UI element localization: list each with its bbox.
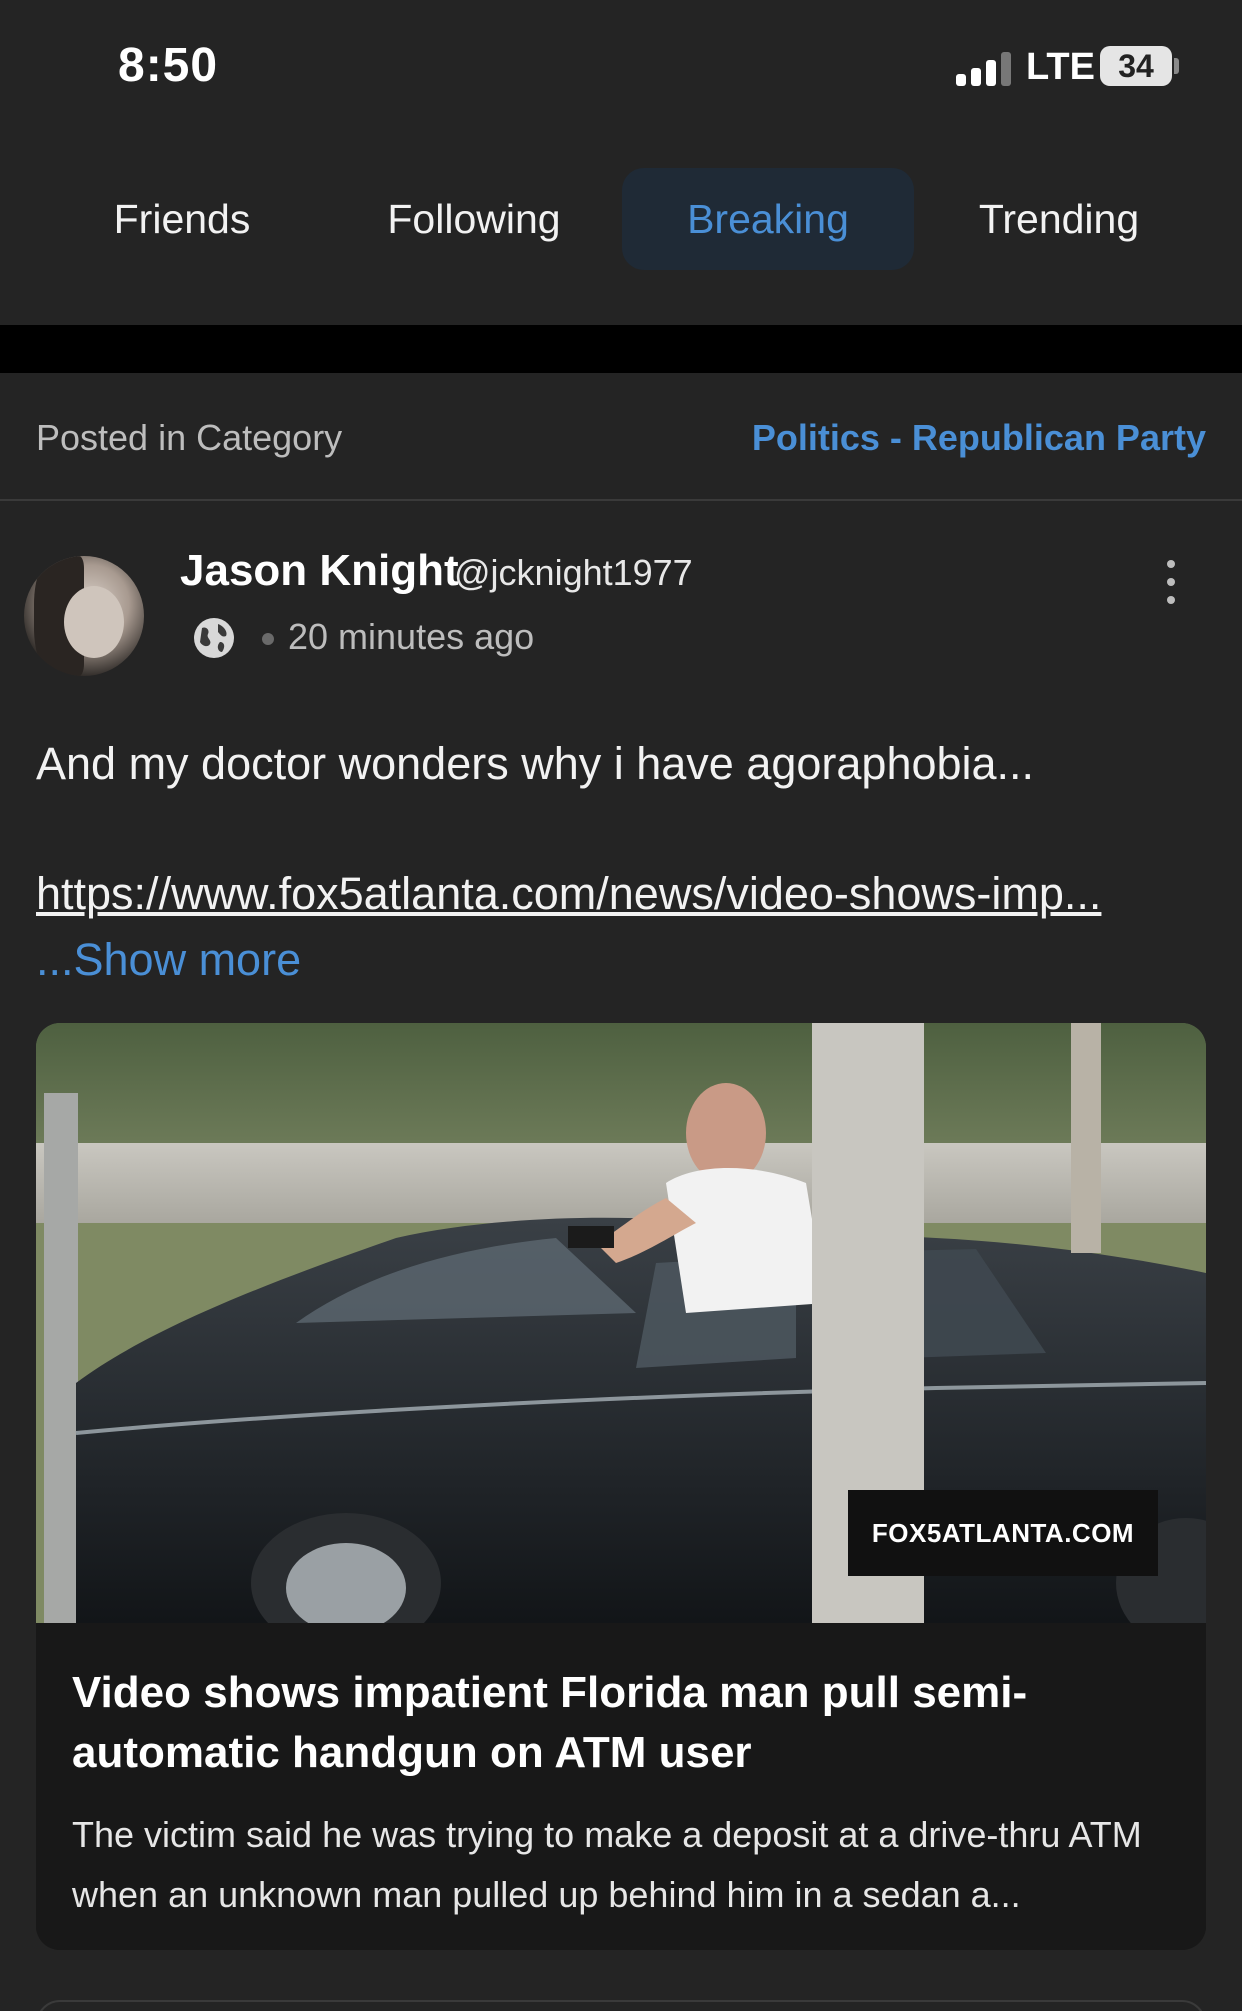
more-options-icon[interactable]: [1154, 558, 1188, 608]
author-handle[interactable]: @jcknight1977: [454, 552, 693, 594]
tab-trending[interactable]: Trending: [950, 168, 1168, 270]
tab-following[interactable]: Following: [362, 168, 586, 270]
tab-friends[interactable]: Friends: [78, 168, 286, 270]
card-caption: Video shows impatient Florida man pull s…: [36, 1623, 1206, 1950]
feed-tabs: Friends Following Breaking Trending: [0, 140, 1242, 325]
status-time: 8:50: [118, 39, 219, 92]
author-name[interactable]: Jason Knight: [180, 546, 459, 596]
next-post-edge: [36, 2000, 1206, 2011]
signal-icon: [956, 52, 1014, 86]
post-time: 20 minutes ago: [288, 616, 535, 657]
status-bar: 8:50 LTE 34: [0, 0, 1242, 140]
globe-icon: [194, 618, 234, 658]
network-type: LTE: [1026, 46, 1095, 88]
article-description: The victim said he was trying to make a …: [72, 1814, 1142, 1915]
battery-tip: [1174, 58, 1179, 74]
category-link[interactable]: Politics - Republican Party: [752, 417, 1206, 459]
battery-icon: 34: [1100, 46, 1172, 86]
article-title[interactable]: Video shows impatient Florida man pull s…: [72, 1663, 1162, 1783]
category-label: Posted in Category: [36, 417, 343, 458]
post-text: And my doctor wonders why i have agoraph…: [36, 738, 1035, 789]
tab-breaking[interactable]: Breaking: [622, 168, 914, 270]
source-badge: FOX5ATLANTA.COM: [848, 1490, 1158, 1576]
link-preview-card[interactable]: FOX5ATLANTA.COM Video shows impatient Fl…: [36, 1023, 1206, 1950]
section-divider: [0, 325, 1242, 373]
avatar[interactable]: [24, 556, 144, 676]
category-row: Posted in Category Politics - Republican…: [0, 373, 1242, 501]
show-more-link[interactable]: ...Show more: [36, 934, 301, 986]
post-link[interactable]: https://www.fox5atlanta.com/news/video-s…: [36, 868, 1206, 920]
separator-dot: [262, 633, 274, 645]
